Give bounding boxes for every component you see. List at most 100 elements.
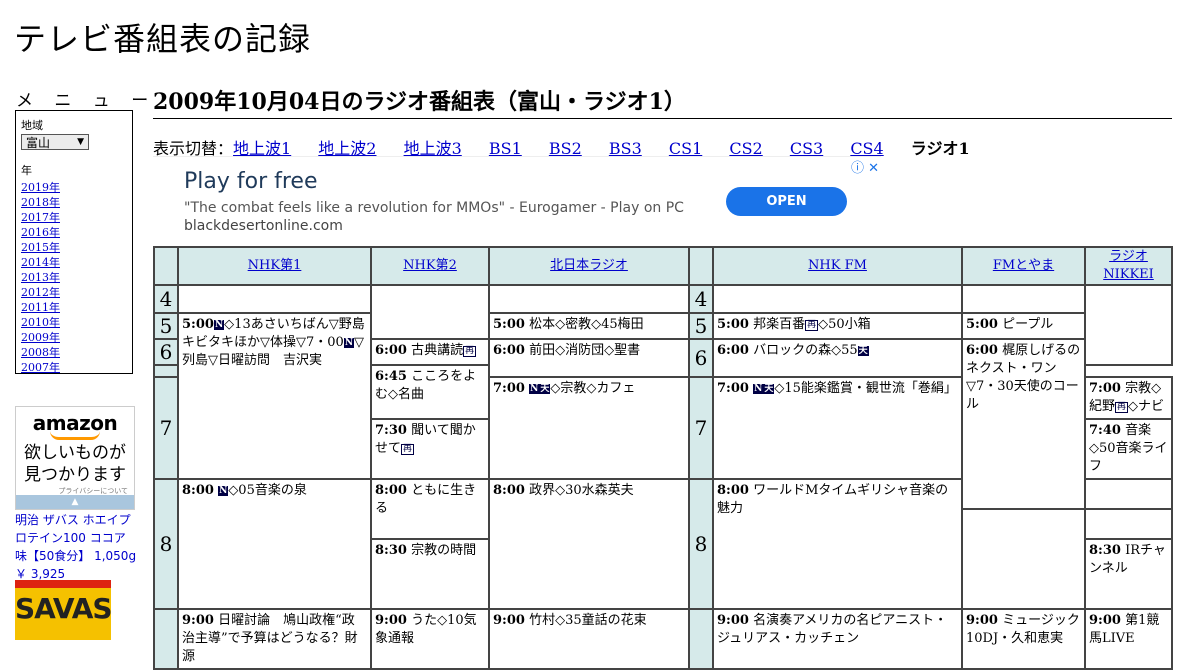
program-cell[interactable]: 9:00 日曜討論 鳩山政権“政治主導”で予算はどうなる？財源	[177, 608, 372, 670]
year-link[interactable]: 2011年	[21, 300, 127, 315]
station-link-nikkei[interactable]: ラジオNIKKEI	[1103, 249, 1154, 282]
rerun-mark-icon: 再	[463, 346, 477, 357]
news-mark-icon: N	[213, 320, 225, 330]
program-cell[interactable]: 8:00 N◇05音楽の泉	[177, 478, 372, 610]
ad-info-close-icon[interactable]: ⓘ ✕	[851, 157, 879, 176]
ad-open-button[interactable]: OPEN	[726, 187, 847, 216]
news-mark-icon: N	[343, 338, 355, 348]
product-image-band	[15, 580, 111, 588]
program-cell	[370, 284, 490, 340]
rerun-mark-icon: 再	[1115, 402, 1129, 413]
year-link[interactable]: 2013年	[21, 270, 127, 285]
news-mark-icon: N	[218, 486, 229, 496]
product-brand: SAVAS	[15, 592, 111, 625]
site-title: テレビ番組表の記録	[14, 20, 312, 58]
program-cell	[712, 284, 963, 314]
switch-current: ラジオ1	[910, 139, 970, 158]
year-link[interactable]: 2010年	[21, 315, 127, 330]
program-cell[interactable]: 7:30 聞いて聞かせて再	[370, 418, 490, 480]
program-cell[interactable]: 6:00 前田◇消防団◇聖書	[488, 338, 690, 378]
table-row: 4 4	[153, 284, 1173, 366]
program-cell[interactable]: 8:30 IRチャンネル	[1084, 538, 1173, 610]
station-header: 北日本ラジオ	[488, 246, 690, 286]
year-link[interactable]: 2017年	[21, 210, 127, 225]
station-header: NHK FM	[712, 246, 963, 286]
product-link[interactable]: 明治 ザバス ホエイプロテイン100 ココア味【50食分】 1,050g	[15, 513, 136, 563]
hour-cell: 6	[688, 338, 714, 378]
year-link[interactable]: 2016年	[21, 225, 127, 240]
program-cell	[1084, 478, 1173, 510]
program-cell[interactable]: 6:00 バロックの森◇55天	[712, 338, 963, 378]
program-cell	[1084, 284, 1173, 366]
program-cell[interactable]: 7:40 音楽◇50音楽ライフ	[1084, 418, 1173, 480]
program-cell[interactable]: 5:00N◇13あさいちばん▽野島キビタキほか▽体操▽7・00N▽列島▽日曜訪問…	[177, 312, 372, 480]
year-link[interactable]: 2018年	[21, 195, 127, 210]
ad-domain: blackdesertonline.com	[184, 218, 343, 234]
menu-box: 地域 富山 ▼ 年 2019年 2018年 2017年 2016年 2015年 …	[15, 110, 133, 374]
product-price: ￥ 3,925	[15, 567, 66, 581]
region-select[interactable]: 富山 ▼	[21, 134, 89, 150]
amazon-tagline-1: 欲しいものが	[24, 443, 126, 463]
rerun-mark-icon: 再	[401, 444, 415, 455]
station-header: NHK第1	[177, 246, 372, 286]
hour-cell	[153, 364, 179, 378]
program-cell[interactable]: 6:00 梶原しげるのネクスト・ワン▽7・30天使のコール	[961, 338, 1086, 510]
program-cell[interactable]: 9:00 名演奏アメリカの名ピアニスト・ジュリアス・カッチェン	[712, 608, 963, 670]
table-row: 9:00 日曜討論 鳩山政権“政治主導”で予算はどうなる？財源 9:00 うた◇…	[153, 608, 1173, 670]
amazon-logo: amazon	[32, 411, 118, 435]
year-link[interactable]: 2008年	[21, 345, 127, 360]
program-cell[interactable]: 8:00 ともに生きる	[370, 478, 490, 540]
station-header: FMとやま	[961, 246, 1086, 286]
news-mark-icon: N	[529, 384, 540, 394]
program-cell[interactable]: 9:00 うた◇10気象通報	[370, 608, 490, 670]
program-cell[interactable]: 9:00 第1競馬LIVE	[1084, 608, 1173, 670]
year-link[interactable]: 2014年	[21, 255, 127, 270]
program-cell	[961, 508, 1086, 610]
schedule-table: NHK第1 NHK第2 北日本ラジオ NHK FM FMとやま ラジオNIKKE…	[153, 246, 1173, 670]
program-cell[interactable]: 5:00 松本◇密教◇45梅田	[488, 312, 690, 340]
program-cell[interactable]: 8:00 ワールドMタイムギリシャ音楽の魅力	[712, 478, 963, 610]
news-mark-icon: N	[753, 384, 764, 394]
program-cell	[1084, 508, 1173, 540]
station-link-fmtoyama[interactable]: FMとやま	[993, 258, 1054, 273]
amazon-banner[interactable]: amazon 欲しいものが 見つかります プライバシーについて ▲	[15, 406, 135, 510]
program-cell[interactable]: 9:00 ミュージック10DJ・久和恵実	[961, 608, 1086, 670]
hour-cell: 5	[688, 312, 714, 340]
hour-cell: 7	[688, 376, 714, 480]
chevron-up-icon[interactable]: ▲	[16, 495, 134, 509]
hour-cell: 7	[153, 376, 179, 480]
ad-banner[interactable]: Play for free "The combat feels like a r…	[153, 156, 881, 246]
program-cell[interactable]: 8:00 政界◇30水森英夫	[488, 478, 690, 610]
station-link-nhk1[interactable]: NHK第1	[248, 258, 302, 273]
ad-headline[interactable]: Play for free	[184, 169, 318, 194]
program-cell[interactable]: 5:00 邦楽百番再 ◇50小箱	[712, 312, 963, 340]
menu-heading: メ ニ ュ ー	[16, 91, 157, 111]
year-link[interactable]: 2015年	[21, 240, 127, 255]
year-link[interactable]: 2019年	[21, 180, 127, 195]
program-cell[interactable]: 6:00 古典講読再	[370, 338, 490, 366]
hour-cell: 6	[153, 338, 179, 366]
year-link[interactable]: 2012年	[21, 285, 127, 300]
hour-cell	[153, 608, 179, 670]
program-cell[interactable]: 7:00 N 天◇15能楽鑑賞・観世流「巻絹」	[712, 376, 963, 480]
program-cell[interactable]: 5:00 ピープル	[961, 312, 1086, 340]
program-cell[interactable]: 8:30 宗教の時間	[370, 538, 490, 610]
hour-cell: 8	[688, 478, 714, 610]
station-link-nhk2[interactable]: NHK第2	[403, 258, 457, 273]
year-link[interactable]: 2007年	[21, 360, 127, 375]
program-cell[interactable]: 7:00 N 天◇宗教◇カフェ	[488, 376, 690, 480]
product-image[interactable]: SAVAS	[15, 580, 111, 640]
program-cell[interactable]: 7:00 宗教◇紀野再 ◇ナビ	[1084, 376, 1173, 420]
station-link-knb[interactable]: 北日本ラジオ	[550, 258, 628, 273]
station-link-nhkfm[interactable]: NHK FM	[808, 258, 867, 273]
program-cell[interactable]: 9:00 竹村◇35童話の花束	[488, 608, 690, 670]
year-link[interactable]: 2009年	[21, 330, 127, 345]
ad-quote: "The combat feels like a revolution for …	[184, 200, 684, 216]
table-row: 5 5:00N◇13あさいちばん▽野島キビタキほか▽体操▽7・00N▽列島▽日曜…	[153, 312, 1172, 480]
hour-header	[688, 246, 714, 286]
product-info: 明治 ザバス ホエイプロテイン100 ココア味【50食分】 1,050g ￥ 3…	[15, 511, 137, 583]
amazon-tagline-2: 見つかります	[24, 465, 126, 485]
program-cell	[488, 284, 690, 314]
program-cell[interactable]: 6:45 こころをよむ◇名曲	[370, 364, 490, 420]
region-label: 地域	[21, 119, 43, 132]
